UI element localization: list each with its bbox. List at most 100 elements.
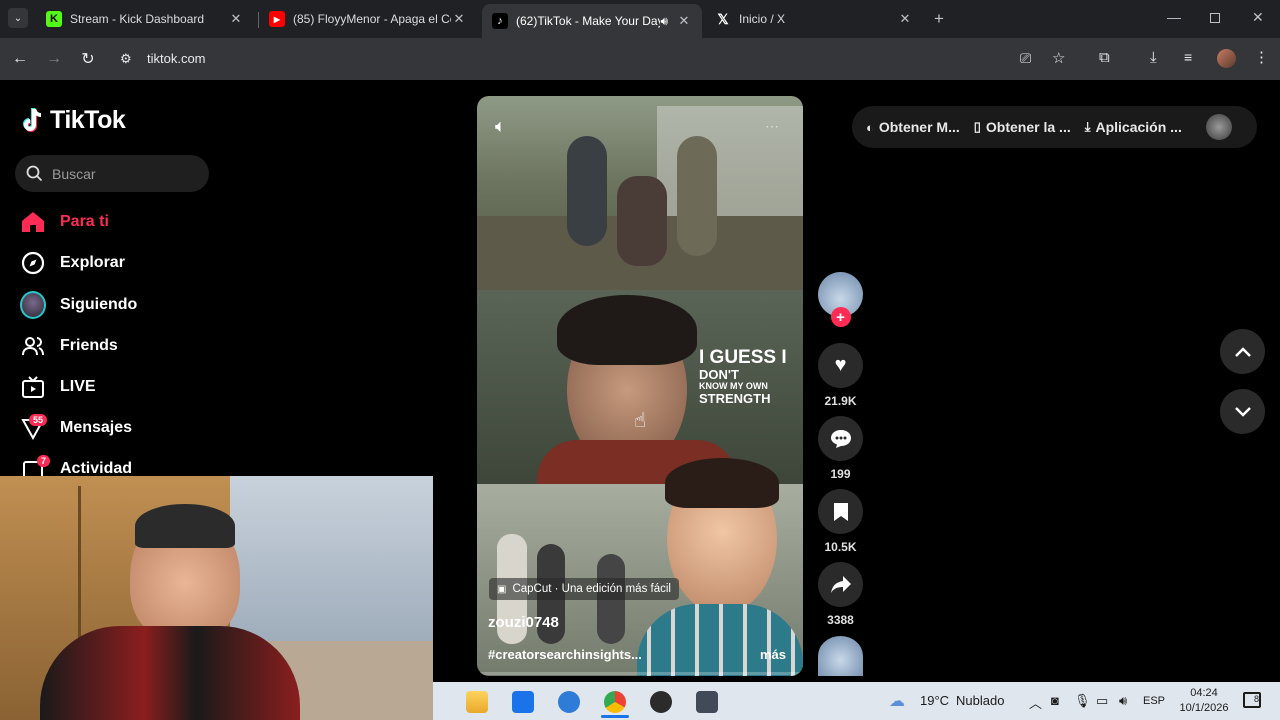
phone-icon: ▯ — [973, 119, 981, 134]
nav-label: Friends — [60, 337, 118, 354]
microphone-icon[interactable]: 🎙︎ — [1074, 693, 1091, 709]
nav-item-explorar[interactable]: Explorar — [20, 248, 125, 278]
top-actions-bar: ◐ Obtener M... ▯ Obtener la ... ⤓ Aplica… — [852, 106, 1257, 148]
save-button[interactable]: 10.5K — [818, 489, 863, 554]
desktop-app-button[interactable]: ⤓ Aplicación ... — [1085, 119, 1182, 135]
download-icon[interactable]: ⤓ — [1150, 49, 1157, 66]
clock[interactable]: 04:24 10/1/2026 — [1173, 686, 1235, 716]
search-placeholder: Buscar — [52, 166, 96, 182]
capcut-icon: ▣ — [497, 583, 507, 595]
file-explorer-icon[interactable] — [466, 691, 488, 713]
cloud-icon: ☁ — [889, 693, 905, 710]
app-icon[interactable] — [696, 691, 718, 713]
language-indicator[interactable]: ESP — [1143, 695, 1165, 707]
overlay-text-line: STRENGTH — [699, 391, 771, 406]
weather-text[interactable]: Nublado — [956, 693, 1004, 708]
notification-count: 8 — [1253, 694, 1259, 704]
media-control-icon[interactable]: ≡ — [1184, 49, 1192, 65]
browser-toolbar: ← → ↻ ⚙ tiktok.com ⎚ ☆ ⧉ ⤓ ≡ ⋮ — [0, 38, 1280, 80]
friends-icon — [20, 333, 46, 359]
address-bar[interactable]: ⚙ tiktok.com ⎚ ☆ — [110, 44, 1080, 74]
bookmark-icon — [833, 502, 848, 521]
obs-icon[interactable] — [650, 691, 672, 713]
tiktok-note-icon — [23, 107, 42, 132]
comment-button[interactable]: 199 — [818, 416, 863, 481]
tiktok-logo[interactable]: TikTok — [22, 106, 126, 135]
nav-item-siguiendo[interactable]: Siguiendo — [20, 290, 137, 320]
desktop-app-label: Aplicación ... — [1095, 119, 1182, 135]
close-icon[interactable]: ✕ — [451, 11, 467, 27]
sound-disc-avatar[interactable] — [818, 636, 863, 676]
like-count: 21.9K — [824, 394, 857, 408]
nav-item-live[interactable]: LIVE — [20, 372, 96, 402]
nav-label: Para ti — [60, 213, 109, 230]
video-hashtags[interactable]: #creatorsearchinsights... — [488, 647, 642, 662]
store-icon[interactable] — [512, 691, 534, 713]
webcam-shirt — [40, 626, 300, 720]
tab-kick[interactable]: K Stream - Kick Dashboard ✕ — [36, 4, 254, 34]
video-scene-top — [477, 96, 803, 290]
get-coins-button[interactable]: ◐ Obtener M... — [866, 119, 960, 135]
logo-text: TikTok — [50, 106, 126, 134]
tab-tiktok[interactable]: ♪ (62)TikTok - Make Your Day 🔊︎ ✕ — [482, 4, 702, 38]
close-icon[interactable]: ✕ — [676, 13, 692, 29]
nav-item-para-ti[interactable]: Para ti — [20, 207, 109, 237]
new-tab-button[interactable]: + — [934, 9, 944, 29]
webcam-overlay — [0, 476, 433, 720]
next-video-button[interactable] — [1220, 389, 1265, 434]
tray-expand-icon[interactable]: ︿ — [1029, 693, 1042, 712]
tab-x[interactable]: 𝕏 Inicio / X ✕ — [705, 4, 923, 34]
home-icon — [20, 209, 46, 235]
install-app-icon[interactable]: ⎚ — [1020, 50, 1031, 67]
overlay-text-line: KNOW MY OWN — [699, 381, 768, 391]
camera-tray-icon[interactable]: ◙ — [1051, 693, 1059, 708]
video-player[interactable]: I GUESS I DON'T KNOW MY OWN STRENGTH 🔈︎ … — [477, 96, 803, 676]
forward-button[interactable]: → — [43, 48, 65, 70]
extensions-icon[interactable]: ⧉ — [1099, 49, 1110, 66]
back-button[interactable]: ← — [9, 48, 31, 70]
video-progress-bar[interactable] — [477, 672, 803, 675]
capcut-tag[interactable]: ▣ CapCut · Una edición más fácil — [489, 578, 679, 600]
tab-title: Inicio / X — [739, 12, 786, 26]
x-icon: 𝕏 — [717, 10, 729, 27]
creator-avatar[interactable]: + — [818, 272, 863, 327]
get-app-button[interactable]: ▯ Obtener la ... — [974, 119, 1071, 135]
close-icon[interactable]: ✕ — [897, 11, 913, 27]
maximize-button[interactable] — [1210, 13, 1220, 23]
video-username[interactable]: zouzi0748 — [488, 614, 559, 631]
weather-temp[interactable]: 19°C — [920, 693, 949, 708]
windows-taskbar: ☁ 19°C Nublado ︿ ◙ 🎙︎ ▭ 🔊︎ ESP 04:24 10/… — [433, 682, 1280, 720]
audio-playing-icon[interactable]: 🔊︎ — [660, 14, 668, 29]
activity-badge: 7 — [37, 455, 51, 467]
site-info-icon[interactable]: ⚙ — [120, 51, 132, 67]
share-count: 3388 — [827, 613, 854, 627]
volume-icon[interactable]: 🔊︎ — [1119, 693, 1127, 709]
video-more-link[interactable]: más — [760, 647, 786, 662]
chrome-icon[interactable] — [604, 691, 626, 713]
kick-icon: K — [46, 11, 62, 27]
close-icon[interactable]: ✕ — [228, 11, 244, 27]
browser-menu-icon[interactable]: ⋮ — [1254, 48, 1269, 66]
tab-youtube[interactable]: ▶ (85) FloyyMenor - Apaga el Cel ✕ — [259, 4, 477, 34]
like-button[interactable]: ♥ 21.9K — [818, 343, 863, 408]
tab-search-button[interactable]: ⌄ — [8, 8, 28, 28]
network-icon[interactable]: ▭ — [1096, 693, 1108, 709]
profile-avatar[interactable] — [1217, 49, 1236, 68]
tiktok-icon: ♪ — [492, 13, 508, 29]
nav-item-friends[interactable]: Friends — [20, 331, 118, 361]
minimize-button[interactable]: — — [1167, 9, 1181, 25]
follow-plus-icon[interactable]: + — [830, 307, 851, 327]
mute-icon[interactable]: 🔈︎ — [495, 116, 506, 137]
save-count: 10.5K — [824, 540, 857, 554]
nav-item-mensajes[interactable]: 55 Mensajes — [20, 413, 132, 443]
previous-video-button[interactable] — [1220, 329, 1265, 374]
notifications-icon[interactable]: 8 — [1243, 692, 1261, 708]
bookmark-star-icon[interactable]: ☆ — [1052, 49, 1065, 67]
reload-button[interactable]: ↻ — [77, 48, 99, 70]
search-input[interactable]: Buscar — [15, 155, 209, 192]
user-avatar[interactable] — [1205, 114, 1232, 140]
close-window-button[interactable]: ✕ — [1252, 9, 1264, 26]
outlook-icon[interactable] — [558, 691, 580, 713]
more-options-icon[interactable]: ⋯ — [765, 118, 779, 135]
share-button[interactable]: 3388 — [818, 562, 863, 627]
